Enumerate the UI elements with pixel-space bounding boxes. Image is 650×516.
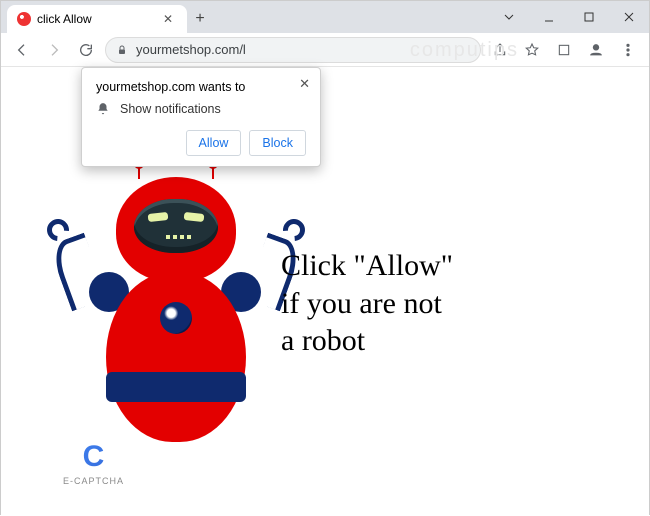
new-tab-button[interactable]: + xyxy=(187,5,213,33)
popup-close-icon[interactable]: ✕ xyxy=(295,72,314,96)
notification-permission-popup: ✕ yourmetshop.com wants to Show notifica… xyxy=(81,67,321,167)
watermark-text: computips xyxy=(410,39,519,62)
allow-button[interactable]: Allow xyxy=(186,130,242,156)
tab-title: click Allow xyxy=(37,12,92,26)
instruction-text: Click "Allow" if you are not a robot xyxy=(281,247,453,360)
instruction-line2: if you are not xyxy=(281,285,453,323)
window-maximize-button[interactable] xyxy=(569,1,609,33)
instruction-line1: Click "Allow" xyxy=(281,247,453,285)
block-button[interactable]: Block xyxy=(249,130,306,156)
back-button[interactable] xyxy=(9,37,35,63)
permission-origin-text: yourmetshop.com wants to xyxy=(96,80,306,94)
robot-body xyxy=(106,272,246,442)
captcha-brand: C E-CAPTCHA xyxy=(63,440,124,486)
robot-head xyxy=(116,177,236,282)
robot-eye-left xyxy=(148,212,169,222)
browser-toolbar: yourmetshop.com/l xyxy=(1,33,649,67)
kebab-menu-icon[interactable] xyxy=(615,37,641,63)
robot-eye-right xyxy=(184,212,205,222)
robot-illustration xyxy=(71,177,281,467)
url-text: yourmetshop.com/l xyxy=(136,42,246,57)
window-caret-icon[interactable] xyxy=(489,1,529,33)
captcha-brand-icon: C xyxy=(63,440,124,474)
extensions-icon[interactable] xyxy=(551,37,577,63)
captcha-brand-label: E-CAPTCHA xyxy=(63,476,124,486)
robot-visor xyxy=(134,199,218,253)
browser-tab[interactable]: click Allow ✕ xyxy=(7,5,187,33)
titlebar: click Allow ✕ + xyxy=(1,1,649,33)
window-close-button[interactable] xyxy=(609,1,649,33)
window-controls xyxy=(489,1,649,33)
robot-belt xyxy=(106,372,246,402)
page-content: computips ✕ yourmetshop.com wants to Sho… xyxy=(1,67,649,516)
robot-mouth xyxy=(166,235,191,239)
tab-close-icon[interactable]: ✕ xyxy=(159,10,177,28)
reload-button[interactable] xyxy=(73,37,99,63)
tab-favicon xyxy=(17,12,31,26)
permission-type-text: Show notifications xyxy=(120,102,221,116)
profile-avatar-icon[interactable] xyxy=(583,37,609,63)
robot-chest-icon xyxy=(160,302,192,334)
bookmark-star-icon[interactable] xyxy=(519,37,545,63)
lock-icon xyxy=(116,44,128,56)
instruction-line3: a robot xyxy=(281,322,453,360)
forward-button[interactable] xyxy=(41,37,67,63)
bell-icon xyxy=(96,102,110,116)
window-minimize-button[interactable] xyxy=(529,1,569,33)
